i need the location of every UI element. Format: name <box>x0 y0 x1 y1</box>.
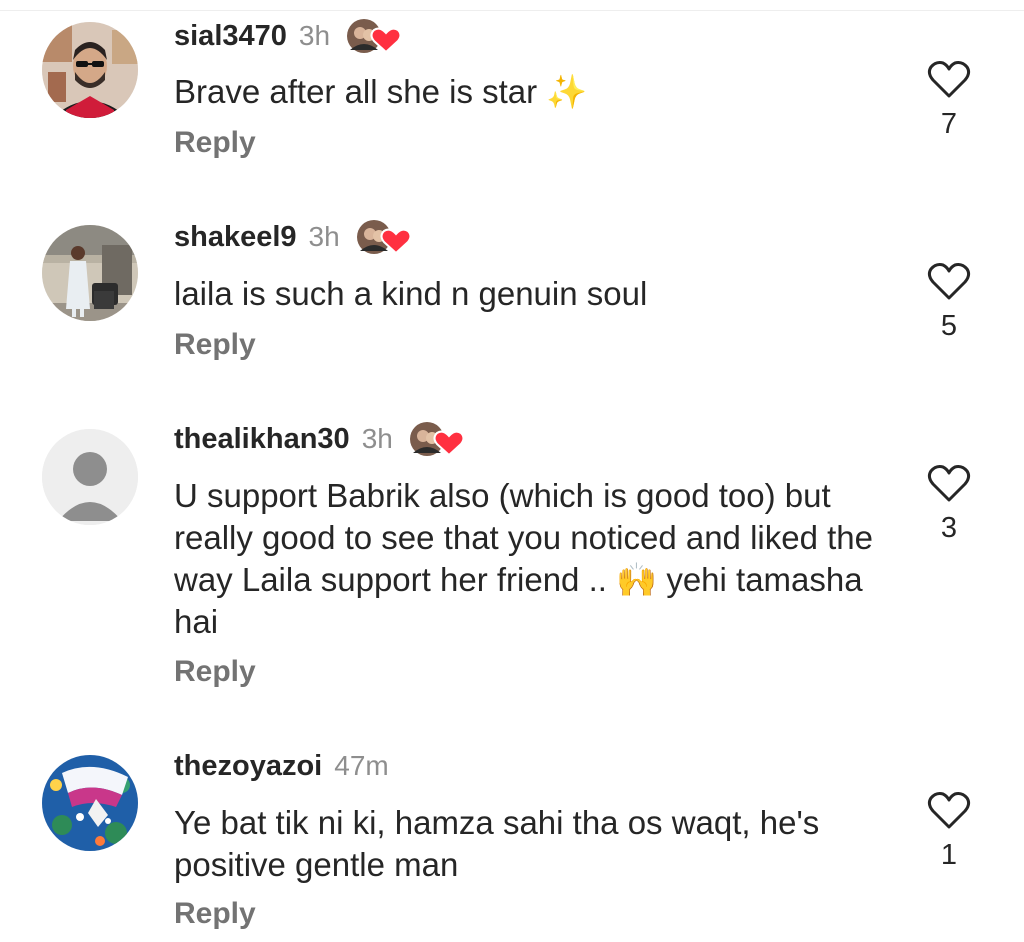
creator-liked-heart-icon <box>352 217 410 257</box>
comment-text: Brave after all she is star ✨ <box>174 73 588 110</box>
timestamp: 47m <box>334 750 389 781</box>
like-count: 1 <box>940 839 958 871</box>
reply-button[interactable]: Reply <box>174 126 256 160</box>
like-button[interactable]: 7 <box>918 58 980 141</box>
timestamp: 3h <box>298 20 331 51</box>
like-button[interactable]: 1 <box>918 789 980 872</box>
comment-text: U support Babrik also (which is good too… <box>174 477 873 640</box>
default-profile-icon <box>42 429 138 525</box>
username[interactable]: sial3470 <box>174 20 287 53</box>
avatar[interactable] <box>42 755 138 851</box>
avatar[interactable] <box>42 429 138 525</box>
like-button[interactable]: 5 <box>918 260 980 343</box>
username[interactable]: thezoyazoi <box>174 750 322 783</box>
like-button[interactable]: 3 <box>918 462 980 545</box>
heart-outline-icon <box>927 792 971 829</box>
avatar-photo <box>42 225 138 321</box>
reply-button[interactable]: Reply <box>174 655 256 689</box>
reply-button[interactable]: Reply <box>174 328 256 362</box>
reply-button[interactable]: Reply <box>174 897 256 931</box>
like-count: 3 <box>940 512 958 544</box>
like-count: 5 <box>940 310 958 342</box>
like-count: 7 <box>940 108 958 140</box>
username[interactable]: thealikhan30 <box>174 423 350 456</box>
avatar[interactable] <box>42 22 138 118</box>
creator-liked-heart-icon <box>342 16 401 56</box>
heart-outline-icon <box>927 263 971 300</box>
username[interactable]: shakeel9 <box>174 221 297 254</box>
heart-outline-icon <box>927 61 971 98</box>
avatar-photo <box>42 22 138 118</box>
timestamp: 3h <box>308 221 340 252</box>
comment-text: Ye bat tik ni ki, hamza sahi tha os waqt… <box>174 804 820 883</box>
avatar[interactable] <box>42 225 138 321</box>
avatar-photo <box>42 755 138 851</box>
timestamp: 3h <box>361 423 393 454</box>
comment-text: laila is such a kind n genuin soul <box>174 275 648 312</box>
creator-liked-heart-icon <box>405 419 463 459</box>
divider-line <box>0 10 1024 11</box>
heart-outline-icon <box>927 465 971 502</box>
